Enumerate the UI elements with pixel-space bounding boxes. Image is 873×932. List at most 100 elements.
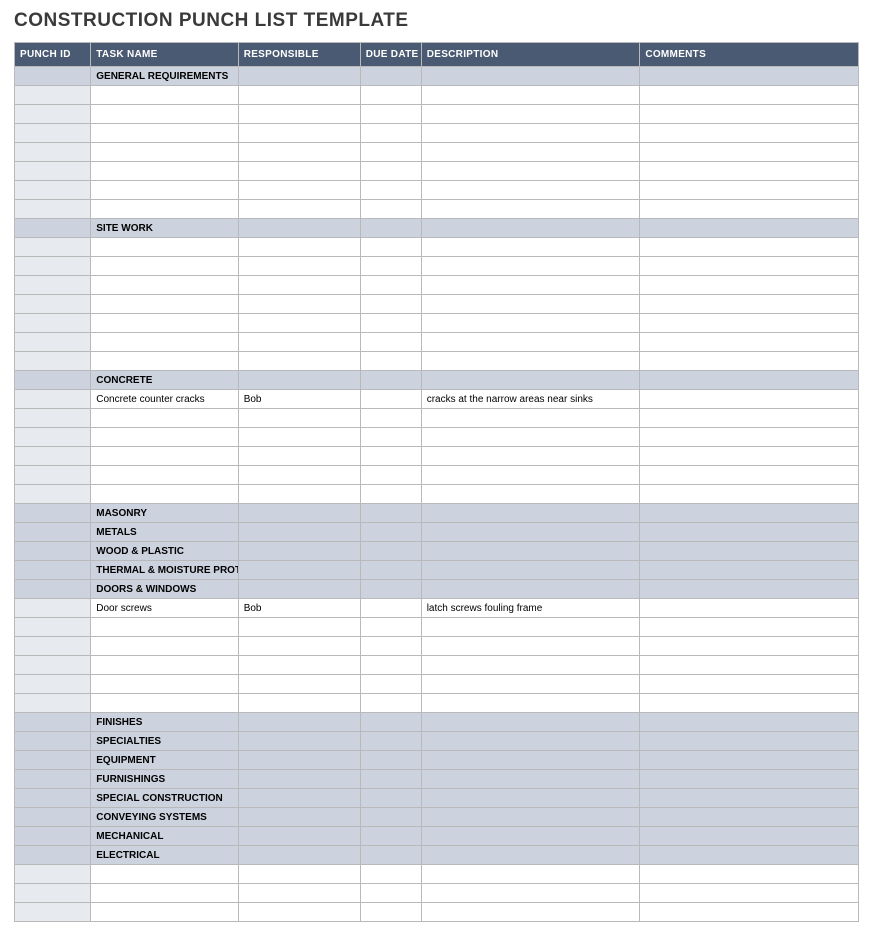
cell-task-name[interactable] — [91, 656, 238, 675]
cell-due-date[interactable] — [360, 485, 421, 504]
cell-comments[interactable] — [640, 580, 859, 599]
cell-due-date[interactable] — [360, 105, 421, 124]
cell-responsible[interactable] — [238, 67, 360, 86]
cell-responsible[interactable] — [238, 523, 360, 542]
cell-punch-id[interactable] — [15, 732, 91, 751]
cell-due-date[interactable] — [360, 428, 421, 447]
cell-comments[interactable] — [640, 295, 859, 314]
cell-punch-id[interactable] — [15, 333, 91, 352]
cell-punch-id[interactable] — [15, 371, 91, 390]
cell-punch-id[interactable] — [15, 618, 91, 637]
cell-task-name[interactable] — [91, 105, 238, 124]
cell-due-date[interactable] — [360, 257, 421, 276]
cell-due-date[interactable] — [360, 751, 421, 770]
cell-task-name[interactable]: SPECIALTIES — [91, 732, 238, 751]
cell-comments[interactable] — [640, 447, 859, 466]
cell-punch-id[interactable] — [15, 751, 91, 770]
cell-due-date[interactable] — [360, 143, 421, 162]
cell-task-name[interactable]: Concrete counter cracks — [91, 390, 238, 409]
cell-due-date[interactable] — [360, 789, 421, 808]
cell-description[interactable] — [421, 618, 640, 637]
cell-description[interactable] — [421, 257, 640, 276]
cell-punch-id[interactable] — [15, 542, 91, 561]
cell-comments[interactable] — [640, 637, 859, 656]
cell-punch-id[interactable] — [15, 485, 91, 504]
cell-responsible[interactable] — [238, 143, 360, 162]
cell-punch-id[interactable] — [15, 675, 91, 694]
cell-punch-id[interactable] — [15, 523, 91, 542]
cell-description[interactable] — [421, 447, 640, 466]
cell-due-date[interactable] — [360, 732, 421, 751]
cell-responsible[interactable] — [238, 238, 360, 257]
cell-task-name[interactable] — [91, 447, 238, 466]
cell-description[interactable] — [421, 637, 640, 656]
cell-description[interactable] — [421, 466, 640, 485]
cell-comments[interactable] — [640, 200, 859, 219]
cell-due-date[interactable] — [360, 846, 421, 865]
cell-description[interactable] — [421, 751, 640, 770]
cell-description[interactable] — [421, 656, 640, 675]
cell-due-date[interactable] — [360, 371, 421, 390]
cell-due-date[interactable] — [360, 333, 421, 352]
cell-task-name[interactable]: THERMAL & MOISTURE PROTECTION — [91, 561, 238, 580]
cell-description[interactable] — [421, 371, 640, 390]
cell-due-date[interactable] — [360, 580, 421, 599]
cell-task-name[interactable] — [91, 694, 238, 713]
cell-comments[interactable] — [640, 599, 859, 618]
cell-comments[interactable] — [640, 67, 859, 86]
cell-punch-id[interactable] — [15, 428, 91, 447]
cell-comments[interactable] — [640, 504, 859, 523]
cell-comments[interactable] — [640, 770, 859, 789]
cell-responsible[interactable] — [238, 808, 360, 827]
cell-comments[interactable] — [640, 713, 859, 732]
cell-description[interactable] — [421, 333, 640, 352]
cell-due-date[interactable] — [360, 390, 421, 409]
cell-responsible[interactable] — [238, 694, 360, 713]
cell-task-name[interactable]: FINISHES — [91, 713, 238, 732]
cell-comments[interactable] — [640, 409, 859, 428]
cell-punch-id[interactable] — [15, 637, 91, 656]
cell-task-name[interactable] — [91, 428, 238, 447]
cell-task-name[interactable]: GENERAL REQUIREMENTS — [91, 67, 238, 86]
cell-description[interactable] — [421, 808, 640, 827]
cell-responsible[interactable] — [238, 124, 360, 143]
cell-punch-id[interactable] — [15, 580, 91, 599]
cell-description[interactable] — [421, 694, 640, 713]
cell-description[interactable] — [421, 314, 640, 333]
cell-task-name[interactable]: FURNISHINGS — [91, 770, 238, 789]
cell-responsible[interactable] — [238, 542, 360, 561]
cell-task-name[interactable]: ELECTRICAL — [91, 846, 238, 865]
cell-due-date[interactable] — [360, 808, 421, 827]
cell-description[interactable] — [421, 789, 640, 808]
cell-task-name[interactable] — [91, 257, 238, 276]
cell-punch-id[interactable] — [15, 770, 91, 789]
cell-due-date[interactable] — [360, 542, 421, 561]
cell-comments[interactable] — [640, 523, 859, 542]
cell-responsible[interactable] — [238, 903, 360, 922]
cell-description[interactable] — [421, 504, 640, 523]
cell-description[interactable] — [421, 162, 640, 181]
cell-comments[interactable] — [640, 751, 859, 770]
cell-description[interactable] — [421, 238, 640, 257]
cell-comments[interactable] — [640, 808, 859, 827]
cell-comments[interactable] — [640, 618, 859, 637]
cell-description[interactable] — [421, 903, 640, 922]
cell-task-name[interactable]: WOOD & PLASTIC — [91, 542, 238, 561]
cell-due-date[interactable] — [360, 314, 421, 333]
cell-punch-id[interactable] — [15, 86, 91, 105]
cell-due-date[interactable] — [360, 181, 421, 200]
cell-comments[interactable] — [640, 485, 859, 504]
cell-due-date[interactable] — [360, 561, 421, 580]
cell-due-date[interactable] — [360, 86, 421, 105]
cell-responsible[interactable] — [238, 846, 360, 865]
cell-task-name[interactable] — [91, 181, 238, 200]
cell-punch-id[interactable] — [15, 599, 91, 618]
cell-task-name[interactable] — [91, 295, 238, 314]
cell-responsible[interactable] — [238, 675, 360, 694]
cell-responsible[interactable] — [238, 618, 360, 637]
cell-due-date[interactable] — [360, 295, 421, 314]
cell-description[interactable] — [421, 675, 640, 694]
cell-responsible[interactable] — [238, 580, 360, 599]
cell-responsible[interactable] — [238, 884, 360, 903]
cell-responsible[interactable] — [238, 409, 360, 428]
